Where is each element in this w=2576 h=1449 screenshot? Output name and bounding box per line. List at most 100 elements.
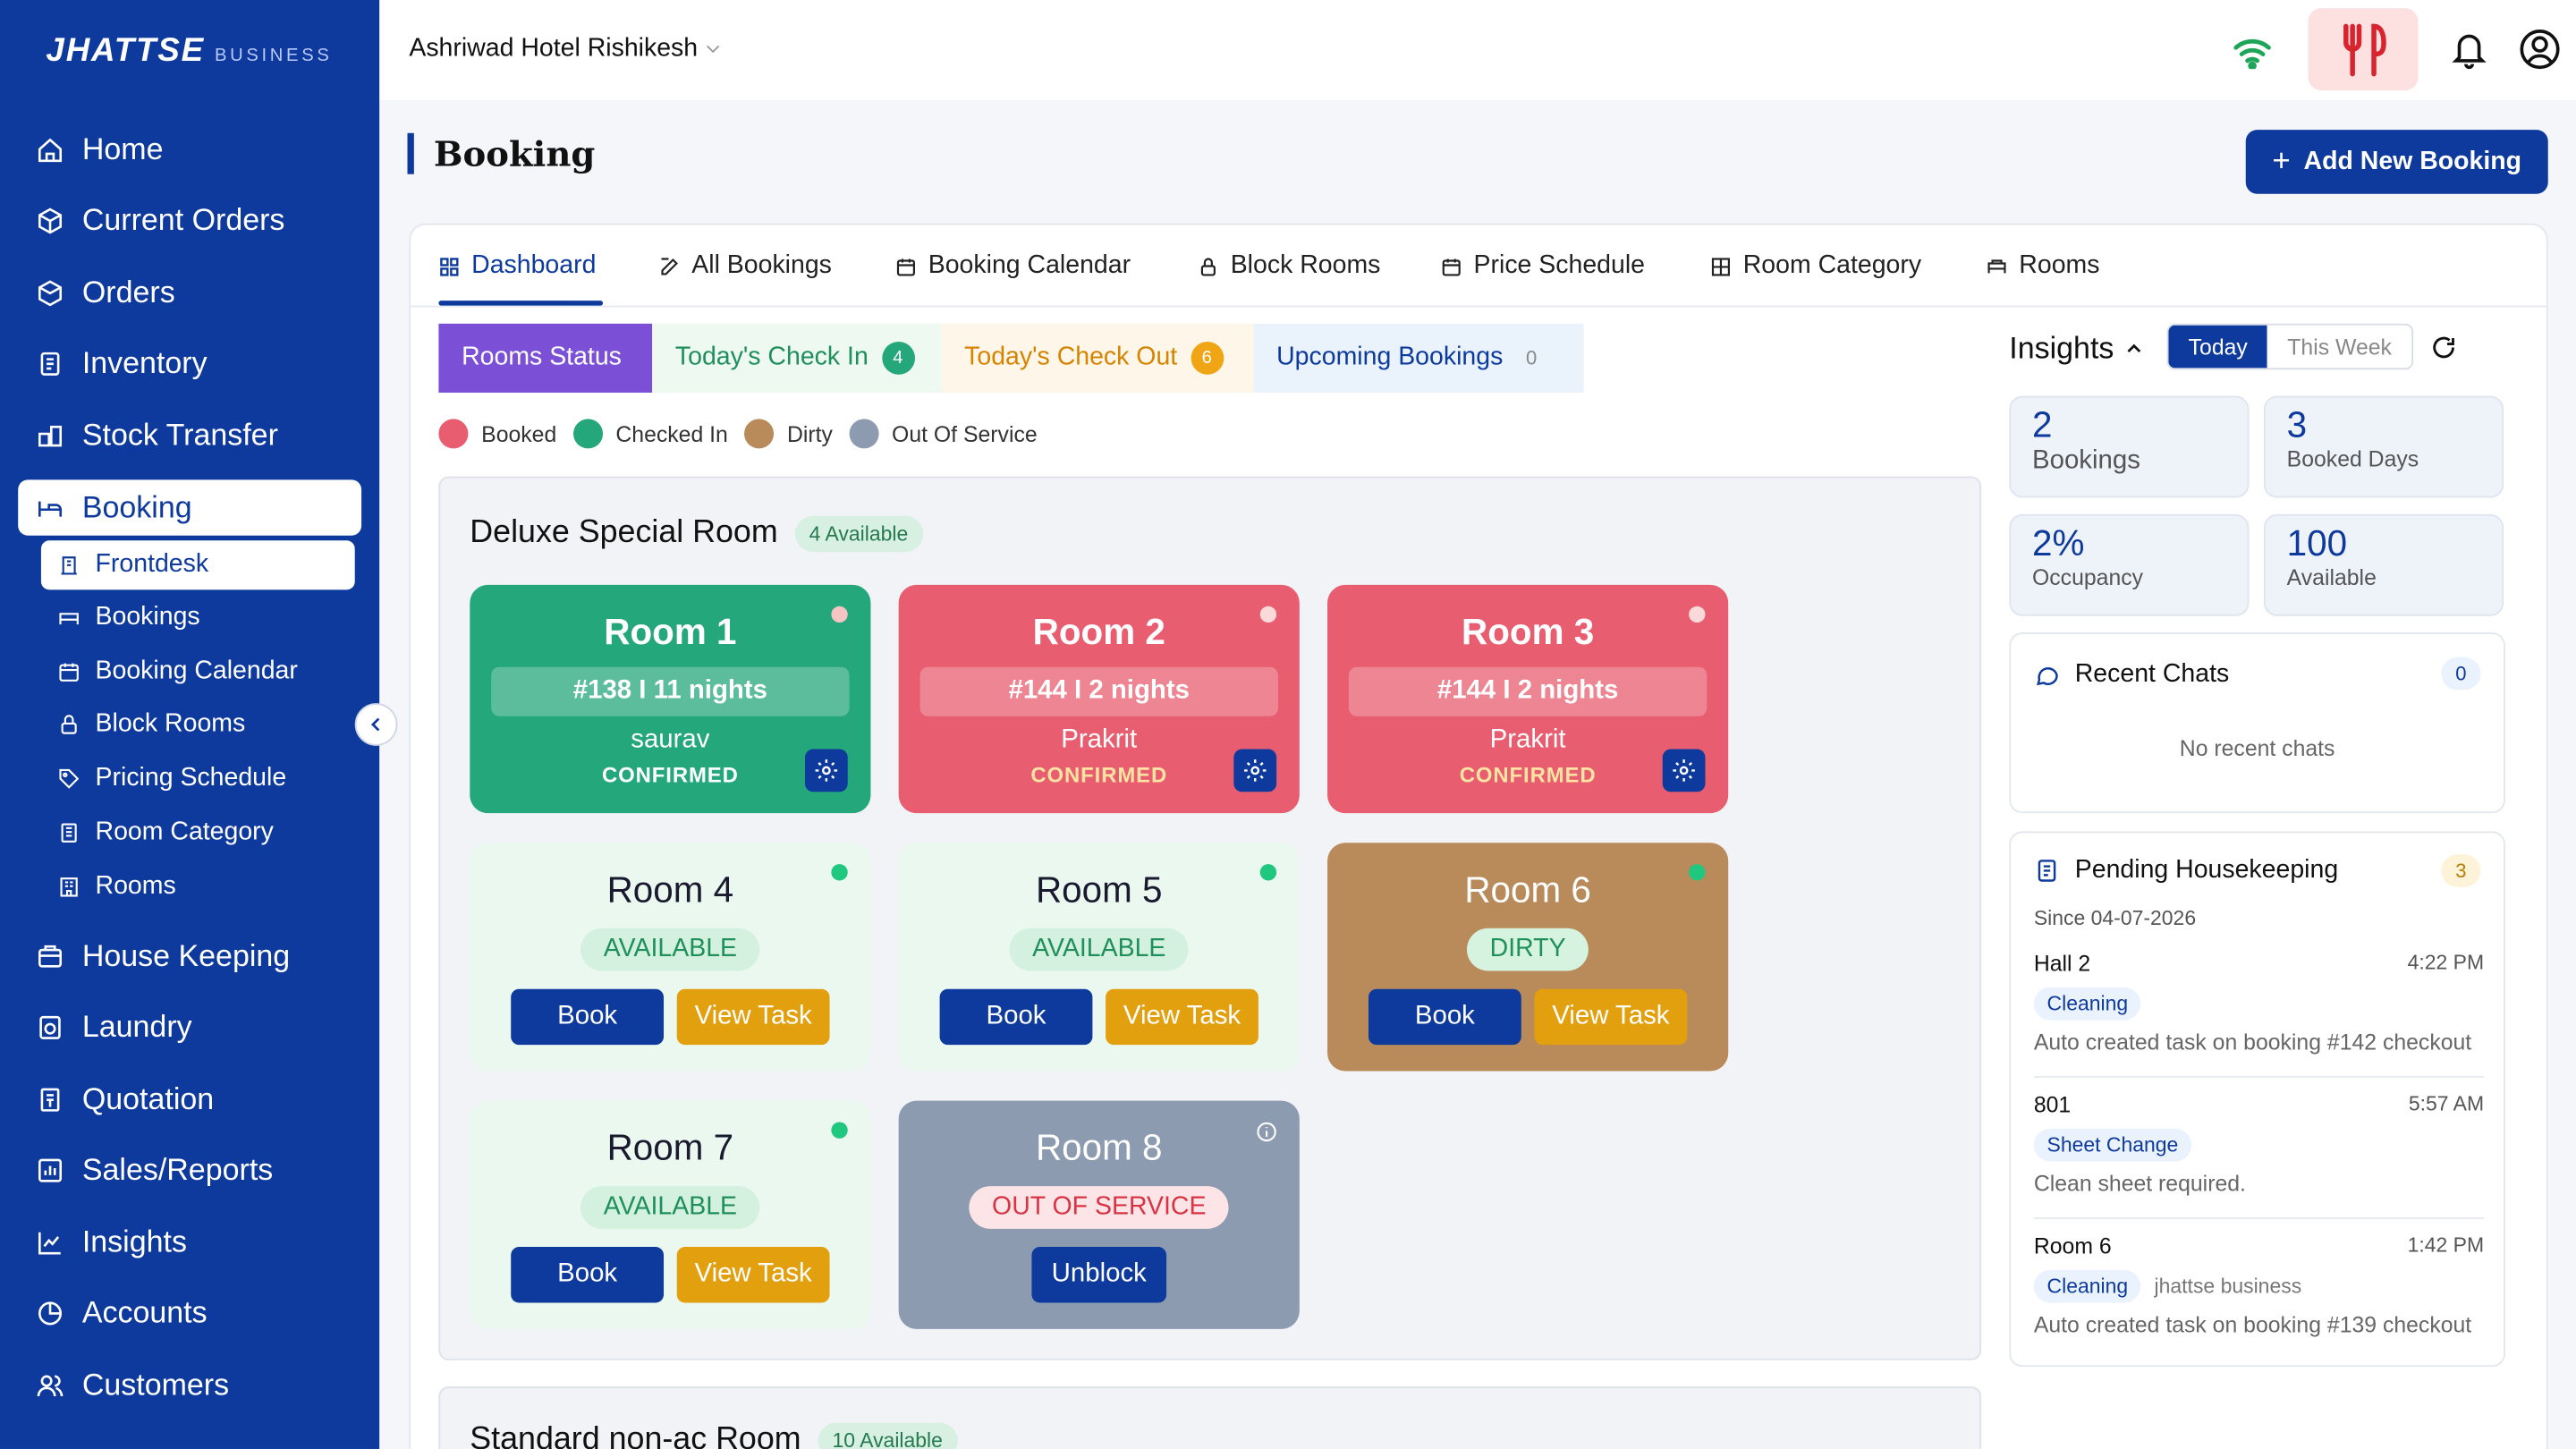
sidebar-subitem-pricing-schedule[interactable]: Pricing Schedule xyxy=(41,754,355,803)
refresh-icon[interactable] xyxy=(2429,334,2457,361)
sidebar-subitem-room-category[interactable]: Room Category xyxy=(41,809,355,858)
sidebar-item-house-keeping[interactable]: House Keeping xyxy=(18,928,361,984)
sidebar-subitem-frontdesk[interactable]: Frontdesk xyxy=(40,540,355,590)
room-name: Room 5 xyxy=(1035,869,1163,911)
view-task-button[interactable]: View Task xyxy=(1534,988,1688,1046)
room-card[interactable]: Room 4 AVAILABLE Book View Task xyxy=(470,843,871,1072)
assigned-by: jhattse business xyxy=(2154,1275,2302,1298)
sidebar-item-home[interactable]: Home xyxy=(18,122,361,177)
sidebar-subitem-block-rooms[interactable]: Block Rooms xyxy=(41,699,355,749)
sidebar-subitem-bookings[interactable]: Bookings xyxy=(41,593,355,642)
subtab-todays-check-in[interactable]: Today's Check In 4 xyxy=(652,323,942,393)
transfer-icon xyxy=(38,425,63,446)
view-task-button[interactable]: View Task xyxy=(676,988,830,1046)
tab-booking-calendar[interactable]: Booking Calendar xyxy=(895,251,1131,281)
tab-bar: Dashboard All Bookings Booking Calendar … xyxy=(411,225,2546,308)
housekeeping-item[interactable]: Hall 2 4:22 PM Cleaning Auto created tas… xyxy=(2033,951,2484,1055)
sidebar-item-orders[interactable]: Orders xyxy=(18,265,361,320)
pending-housekeeping-card: Pending Housekeeping 3 Since 04-07-2026 … xyxy=(2009,831,2505,1368)
insights-toggle[interactable]: Insights xyxy=(2009,330,2143,366)
book-button[interactable]: Book xyxy=(511,1247,665,1303)
recent-chats-title: Recent Chats xyxy=(2034,660,2229,690)
booking-panel: Dashboard All Bookings Booking Calendar … xyxy=(409,223,2548,1449)
room-card[interactable]: Room 5 AVAILABLE Book View Task xyxy=(898,843,1300,1072)
sidebar-item-sales-reports[interactable]: Sales/Reports xyxy=(18,1142,361,1198)
user-avatar-icon[interactable] xyxy=(2519,28,2562,71)
bell-icon[interactable] xyxy=(2450,28,2489,71)
sidebar-item-current-orders[interactable]: Current Orders xyxy=(18,192,361,248)
book-button[interactable]: Book xyxy=(939,988,1093,1046)
room-category-section: Deluxe Special Room 4 Available Room 1 #1… xyxy=(438,476,1982,1360)
booking-info[interactable]: #144 I 2 nights xyxy=(1348,666,1707,716)
tab-rooms[interactable]: Rooms xyxy=(1987,251,2100,281)
period-today-button[interactable]: Today xyxy=(2168,325,2267,369)
available-badge: 10 Available xyxy=(817,1421,958,1449)
accounts-icon xyxy=(38,1301,63,1325)
legend-dot-out-of-service xyxy=(849,419,879,449)
bed-icon xyxy=(38,500,63,516)
pending-housekeeping-title: Pending Housekeeping xyxy=(2034,856,2338,886)
clipboard-icon xyxy=(40,351,60,375)
stat-bookings: 2 Bookings xyxy=(2009,395,2250,498)
chat-icon xyxy=(2037,667,2058,686)
tag-icon xyxy=(59,768,80,789)
sidebar-item-insights[interactable]: Insights xyxy=(18,1214,361,1269)
brand-logo[interactable]: JHATTSE BUSINESS xyxy=(46,33,332,71)
view-task-button[interactable]: View Task xyxy=(676,1247,830,1303)
view-task-button[interactable]: View Task xyxy=(1106,988,1258,1046)
book-button[interactable]: Book xyxy=(1368,988,1521,1046)
upcoming-count-badge: 0 xyxy=(1526,346,1538,370)
booking-info[interactable]: #138 I 11 nights xyxy=(491,666,850,716)
tab-room-category[interactable]: Room Category xyxy=(1710,251,1921,281)
room-settings-button[interactable] xyxy=(1662,749,1706,792)
restaurant-toggle[interactable] xyxy=(2308,8,2419,91)
sidebar-item-accounts[interactable]: Accounts xyxy=(18,1284,361,1340)
period-this-week-button[interactable]: This Week xyxy=(2267,325,2412,369)
dashboard-icon xyxy=(440,257,459,275)
sidebar-subitem-rooms[interactable]: Rooms xyxy=(41,862,355,911)
reports-icon xyxy=(38,1157,63,1182)
tab-dashboard[interactable]: Dashboard xyxy=(438,251,596,281)
tab-all-bookings[interactable]: All Bookings xyxy=(659,251,832,281)
legend-dot-booked xyxy=(438,419,469,449)
room-category-title: Deluxe Special Room 4 Available xyxy=(470,514,923,552)
sidebar-item-inventory[interactable]: Inventory xyxy=(18,335,361,391)
sidebar-collapse-button[interactable] xyxy=(354,703,398,746)
sidebar-item-customers[interactable]: Customers xyxy=(18,1357,361,1412)
unblock-button[interactable]: Unblock xyxy=(1031,1247,1167,1303)
hotel-selector[interactable]: Ashriwad Hotel Rishikesh xyxy=(409,35,722,64)
room-settings-button[interactable] xyxy=(1233,749,1277,792)
subtab-rooms-status[interactable]: Rooms Status xyxy=(438,323,653,393)
sidebar-subitem-booking-calendar[interactable]: Booking Calendar xyxy=(41,648,355,697)
legend-dot-checked-in xyxy=(572,419,603,449)
sidebar-item-booking[interactable]: Booking xyxy=(18,479,362,536)
chats-count-badge: 0 xyxy=(2441,657,2481,691)
room-card[interactable]: Room 1 #138 I 11 nights saurav CONFIRMED xyxy=(470,584,871,814)
room-status-pill: AVAILABLE xyxy=(1009,928,1190,971)
sidebar-item-quotation[interactable]: Quotation xyxy=(18,1072,361,1127)
add-new-booking-button[interactable]: + Add New Booking xyxy=(2245,130,2548,194)
subtab-todays-check-out[interactable]: Today's Check Out 6 xyxy=(941,323,1254,393)
book-button[interactable]: Book xyxy=(511,988,665,1046)
room-card[interactable]: Room 6 DIRTY Book View Task xyxy=(1327,843,1729,1072)
housekeeping-item[interactable]: Room 6 1:42 PM Cleaning jhattse business … xyxy=(2033,1233,2484,1337)
tab-block-rooms[interactable]: Block Rooms xyxy=(1198,251,1380,281)
booking-info[interactable]: #144 I 2 nights xyxy=(919,666,1278,716)
room-card[interactable]: Room 2 #144 I 2 nights Prakrit CONFIRMED xyxy=(898,584,1300,814)
room-card[interactable]: Room 8 OUT OF SERVICE Unblock xyxy=(898,1100,1300,1329)
home-icon xyxy=(38,137,63,162)
room-card[interactable]: Room 3 #144 I 2 nights Prakrit CONFIRMED xyxy=(1327,584,1729,814)
tab-price-schedule[interactable]: Price Schedule xyxy=(1441,251,1645,281)
edit-icon xyxy=(661,257,678,275)
sidebar: JHATTSE BUSINESS Home Current Orders Orde… xyxy=(0,0,380,1449)
room-card[interactable]: Room 7 AVAILABLE Book View Task xyxy=(470,1100,871,1329)
room-category-title: Standard non-ac Room 10 Available xyxy=(470,1421,958,1449)
subtab-upcoming-bookings[interactable]: Upcoming Bookings 0 xyxy=(1253,323,1584,393)
sidebar-item-stock-transfer[interactable]: Stock Transfer xyxy=(18,408,361,463)
room-name: Room 3 xyxy=(1462,611,1595,653)
room-settings-button[interactable] xyxy=(804,749,848,792)
housekeeping-item[interactable]: 801 5:57 AM Sheet Change Clean sheet req… xyxy=(2033,1092,2484,1196)
sidebar-item-laundry[interactable]: Laundry xyxy=(18,999,361,1055)
gear-icon xyxy=(815,759,838,782)
plus-icon: + xyxy=(2272,143,2291,179)
